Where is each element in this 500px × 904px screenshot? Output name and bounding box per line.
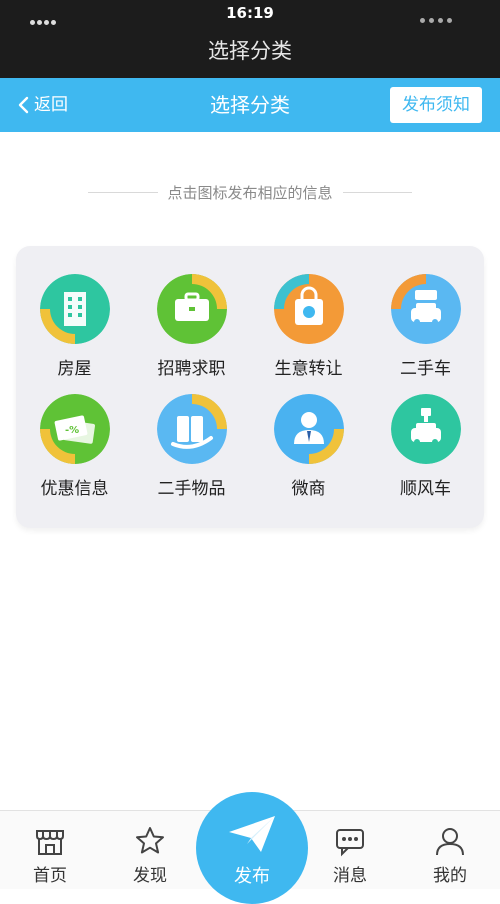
svg-text:-%: -% xyxy=(65,425,79,436)
back-button[interactable]: 返回 xyxy=(16,78,68,132)
category-label: 二手物品 xyxy=(157,479,226,499)
divider xyxy=(88,191,158,193)
battery-icon xyxy=(420,8,480,23)
nav-bar: 返回 选择分类 发布须知 xyxy=(0,78,500,132)
tab-mine[interactable]: 我的 xyxy=(400,811,500,890)
paper-plane-icon xyxy=(229,816,275,852)
luggage-icon xyxy=(157,394,227,464)
chat-bubble-icon xyxy=(336,829,364,857)
category-label: 微商 xyxy=(291,479,326,499)
category-jobs[interactable]: 招聘求职 xyxy=(133,246,250,379)
chevron-left-icon xyxy=(18,96,29,114)
divider xyxy=(342,191,413,193)
hint-text: 点击图标发布相应的信息 xyxy=(167,183,333,202)
back-label: 返回 xyxy=(34,95,68,115)
briefcase-icon xyxy=(157,274,227,344)
status-bar: 16:19 xyxy=(0,0,500,26)
category-used-car[interactable]: 二手车 xyxy=(367,246,484,379)
storefront-icon xyxy=(36,830,64,855)
category-carpool[interactable]: 顺风车 xyxy=(367,366,484,499)
category-discount[interactable]: -% 优惠信息 xyxy=(16,366,133,499)
tab-discover[interactable]: 发现 xyxy=(100,811,200,890)
category-label: 优惠信息 xyxy=(40,479,109,499)
carpool-icon xyxy=(391,394,461,464)
shopping-bag-icon xyxy=(274,274,344,344)
tab-label: 发布 xyxy=(234,866,270,887)
category-second-hand-goods[interactable]: 二手物品 xyxy=(133,366,250,499)
businessman-icon xyxy=(274,394,344,464)
category-label: 顺风车 xyxy=(400,479,451,499)
tab-messages[interactable]: 消息 xyxy=(300,811,400,890)
building-icon xyxy=(40,274,110,344)
category-house[interactable]: 房屋 xyxy=(16,246,133,379)
category-wechat-business[interactable]: 微商 xyxy=(250,366,367,499)
tab-home[interactable]: 首页 xyxy=(0,811,100,890)
hint-row: 点击图标发布相应的信息 xyxy=(88,180,413,204)
category-business-transfer[interactable]: 生意转让 xyxy=(250,246,367,379)
publish-notice-button[interactable]: 发布须知 xyxy=(390,87,482,123)
publish-button[interactable]: 发布 xyxy=(196,792,308,904)
tab-label: 消息 xyxy=(333,866,367,886)
tab-label: 发现 xyxy=(133,866,167,886)
coupon-icon: -% xyxy=(40,394,110,464)
person-icon xyxy=(436,828,464,856)
tab-label: 我的 xyxy=(433,866,467,886)
star-icon xyxy=(136,827,164,854)
system-title: 选择分类 xyxy=(0,26,500,78)
used-car-icon xyxy=(391,274,461,344)
tab-label: 首页 xyxy=(33,866,67,886)
category-grid: 房屋 招聘求职 生意转让 二手车 -% 优惠信息 二手物品 微商 顺风车 xyxy=(16,246,484,528)
